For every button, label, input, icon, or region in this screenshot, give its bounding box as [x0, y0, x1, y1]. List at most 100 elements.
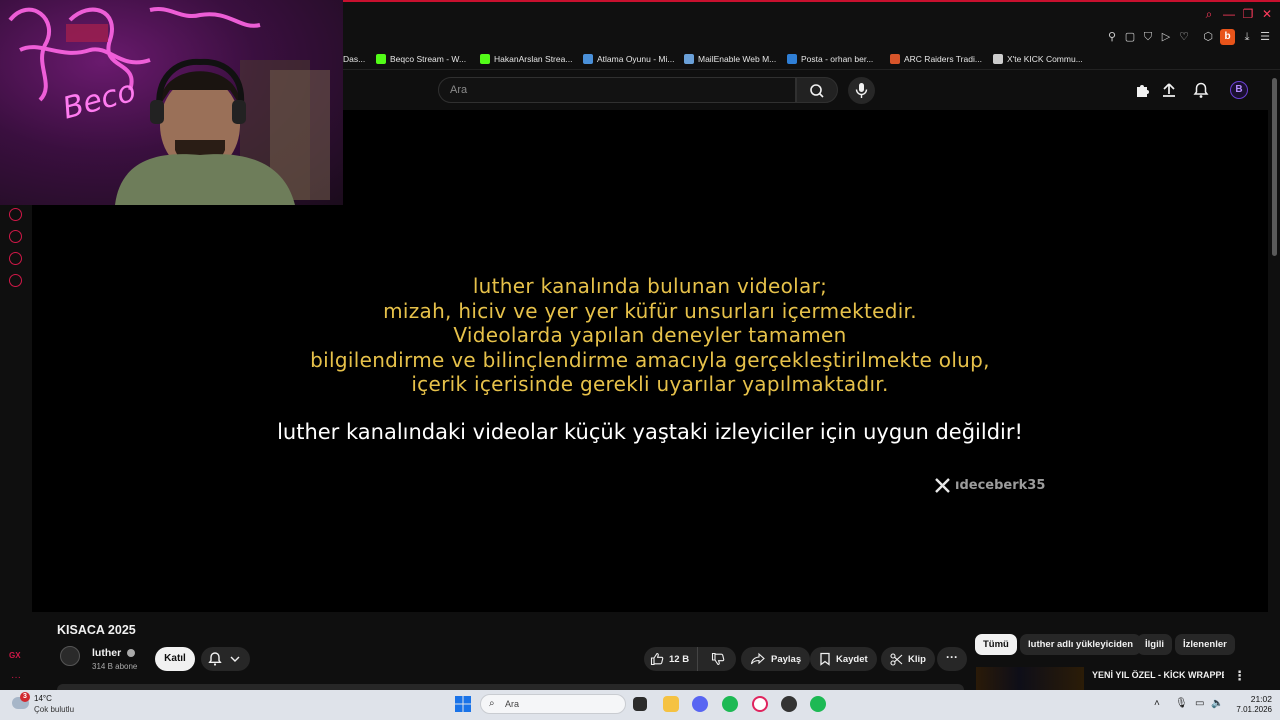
bookmark-favicon-icon	[993, 54, 1003, 64]
bookmark-item[interactable]: Atlama Oyunu - Mi...	[583, 52, 674, 66]
weather-temperature[interactable]: 14°C	[34, 694, 52, 703]
search-button[interactable]	[796, 77, 838, 103]
scrollbar-thumb[interactable]	[1272, 78, 1277, 256]
extensions-sidebar-icon[interactable]	[9, 252, 22, 265]
snapshot-icon[interactable]: ▢	[1123, 30, 1137, 44]
bookmark-item[interactable]: Posta - orhan ber...	[787, 52, 873, 66]
clock-date[interactable]: 7.01.2026	[1226, 705, 1272, 714]
history-icon[interactable]	[9, 230, 22, 243]
taskbar-search-label[interactable]: Ara	[505, 699, 519, 709]
bookmark-label[interactable]: Atlama Oyunu - Mi...	[597, 54, 674, 64]
upload-icon[interactable]	[1160, 81, 1178, 99]
bookmark-item[interactable]: X'te KICK Commu...	[993, 52, 1083, 66]
search-icon	[810, 84, 824, 98]
pin-icon[interactable]: ⚲	[1105, 30, 1119, 44]
subscription-bell-button[interactable]	[201, 647, 250, 671]
chevron-down-icon	[230, 656, 240, 662]
search-tabs-icon[interactable]: ⌕	[1202, 7, 1216, 21]
opera-gx-logo[interactable]: GX	[9, 651, 21, 660]
spotify-secondary-icon[interactable]	[810, 696, 826, 712]
windows-start-icon[interactable]	[455, 696, 471, 712]
filter-chip[interactable]: İzlenenler	[1175, 634, 1235, 655]
filter-chip[interactable]: luther adlı yükleyiciden	[1020, 634, 1142, 655]
opera-player-icon[interactable]	[9, 208, 22, 221]
bookmark-label[interactable]: Das...	[343, 54, 365, 64]
share-button[interactable]: Paylaş	[741, 647, 811, 671]
warning-line: içerik içerisinde gerekli uyarılar yapıl…	[411, 372, 889, 396]
bookmark-label[interactable]: MailEnable Web M...	[698, 54, 776, 64]
save-button[interactable]: Kaydet	[810, 647, 877, 671]
bookmark-item[interactable]: Das...	[343, 52, 365, 66]
clip-label[interactable]: Klip	[908, 654, 926, 665]
opera-gx-icon[interactable]	[752, 696, 768, 712]
taskbar-search-icon: ⌕	[489, 698, 495, 709]
settings-gear-icon[interactable]	[9, 274, 22, 287]
join-button[interactable]: Katıl	[155, 647, 195, 671]
bookmark-item[interactable]: MailEnable Web M...	[684, 52, 776, 66]
more-actions-button[interactable]: ···	[937, 647, 967, 671]
share-label[interactable]: Paylaş	[771, 654, 801, 665]
weather-description[interactable]: Çok bulutlu	[34, 705, 74, 714]
download-icon[interactable]: ⤓	[1240, 30, 1254, 44]
channel-name[interactable]: luther	[92, 647, 136, 659]
dislike-button[interactable]	[703, 647, 733, 671]
channel-name-text[interactable]: luther	[92, 647, 121, 659]
recommendation-title[interactable]: YENİ YIL ÖZEL - KİCK WRAPPED 2025 EN İYİ…	[1092, 669, 1224, 681]
shield-icon[interactable]: ⛉	[1141, 30, 1155, 44]
bookmark-item[interactable]: ARC Raiders Tradi...	[890, 52, 982, 66]
extensions-icon[interactable]: ⬡	[1201, 30, 1215, 44]
tray-network-icon[interactable]: ▭	[1195, 698, 1204, 709]
clock-time[interactable]: 21:02	[1236, 694, 1272, 704]
bookmark-favicon-icon	[787, 54, 797, 64]
notifications-bell-icon[interactable]	[1192, 81, 1210, 99]
bookmark-label[interactable]: Beqco Stream - W...	[390, 54, 466, 64]
tray-volume-icon[interactable]: 🔈	[1211, 698, 1223, 709]
save-label[interactable]: Kaydet	[836, 654, 868, 665]
taskbar-search[interactable]: ⌕ Ara	[480, 694, 626, 714]
like-button[interactable]: 12 B	[644, 647, 699, 671]
maximize-icon[interactable]: ❐	[1241, 7, 1255, 21]
bookmark-label[interactable]: ARC Raiders Tradi...	[904, 54, 982, 64]
recommendation-menu-icon[interactable]: ⋮	[1233, 668, 1246, 684]
video-title: KISACA 2025	[57, 623, 136, 637]
filter-chip[interactable]: Tümü	[975, 634, 1017, 655]
search-input[interactable]: Ara	[438, 77, 796, 103]
spotify-icon[interactable]	[722, 696, 738, 712]
channel-avatar[interactable]	[60, 646, 80, 666]
discord-icon[interactable]	[692, 696, 708, 712]
bookmark-label[interactable]: HakanArslan Strea...	[494, 54, 572, 64]
clip-button[interactable]: Klip	[881, 647, 935, 671]
bookmark-label[interactable]: Posta - orhan ber...	[801, 54, 873, 64]
webcam-overlay: Beco	[0, 0, 343, 205]
voice-search-button[interactable]	[848, 77, 875, 104]
filter-chip[interactable]: İlgili	[1137, 634, 1172, 655]
bookmark-favicon-icon	[684, 54, 694, 64]
warning-line: mizah, hiciv ve yer yer küfür unsurları …	[383, 299, 917, 323]
bookmark-favicon-icon	[480, 54, 490, 64]
file-explorer-icon[interactable]	[663, 696, 679, 712]
recommendation-thumbnail[interactable]	[976, 667, 1084, 690]
share-arrow-icon	[750, 652, 765, 665]
x-watermark: ıdeceberk35	[934, 477, 1045, 494]
bookmark-label[interactable]: X'te KICK Commu...	[1007, 54, 1083, 64]
close-icon[interactable]: ✕	[1260, 7, 1274, 21]
microphone-icon	[855, 83, 868, 98]
menu-icon[interactable]: ☰	[1258, 30, 1272, 44]
heart-icon[interactable]: ♡	[1177, 30, 1191, 44]
tray-chevron-icon[interactable]: ˄	[1154, 698, 1160, 709]
account-avatar[interactable]: B	[1230, 81, 1248, 99]
player-icon[interactable]: ▷	[1159, 30, 1173, 44]
x-handle-text: ıdeceberk35	[955, 478, 1046, 493]
svg-text:Beco: Beco	[59, 74, 139, 127]
extension-badge[interactable]: b	[1220, 29, 1235, 45]
sidebar-more-icon[interactable]: ···	[11, 672, 21, 683]
task-view-icon[interactable]	[633, 697, 647, 711]
tray-mic-icon[interactable]: 🎙	[1175, 698, 1188, 709]
extension-puzzle-icon[interactable]	[1133, 81, 1151, 99]
age-notice: luther kanalındaki videolar küçük yaştak…	[277, 420, 1023, 444]
bookmark-item[interactable]: HakanArslan Strea...	[480, 52, 572, 66]
minimize-icon[interactable]: —	[1222, 7, 1236, 21]
obs-icon[interactable]	[781, 696, 797, 712]
bell-icon	[208, 652, 222, 666]
bookmark-item[interactable]: Beqco Stream - W...	[376, 52, 466, 66]
